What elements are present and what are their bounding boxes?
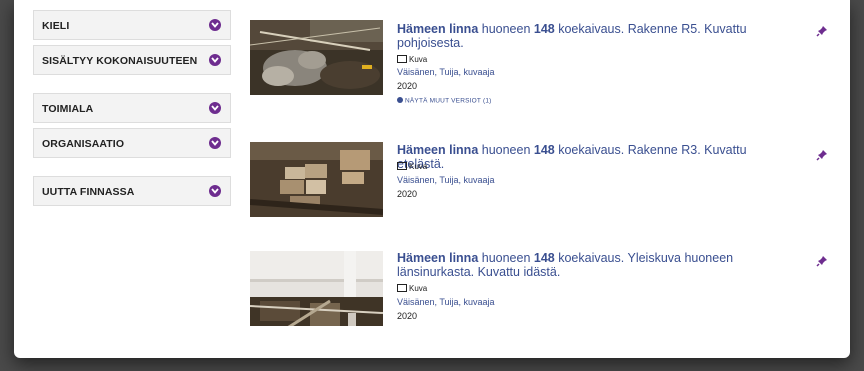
title-highlight: Hämeen linna (397, 143, 479, 157)
title-highlight: 148 (533, 22, 555, 36)
image-icon (397, 55, 407, 63)
result-title-link[interactable]: Hämeen linna huoneen 148 koekaivaus. Yle… (397, 251, 797, 279)
year-text: 2020 (397, 189, 418, 199)
title-highlight: Hämeen linna (397, 251, 479, 265)
author-link[interactable]: Väisänen, Tuija, kuvaaja (397, 175, 495, 185)
chevron-down-icon (209, 19, 221, 31)
result-thumbnail[interactable] (250, 142, 383, 217)
title-text: huoneen (478, 251, 534, 265)
image-icon (397, 162, 407, 170)
year-text: 2020 (397, 81, 418, 91)
result-thumbnail[interactable] (250, 251, 383, 326)
arrow-circle-icon (397, 97, 403, 103)
facet-sisaltyy-kokonaisuuteen[interactable]: SISÄLTYY KOKONAISUUTEEN (33, 45, 231, 75)
chevron-down-icon (209, 137, 221, 149)
title-text: huoneen (478, 143, 534, 157)
facet-toimiala[interactable]: TOIMIALA (33, 93, 231, 123)
chevron-down-icon (209, 54, 221, 66)
format-label: Kuva (397, 55, 427, 64)
pin-icon[interactable] (816, 149, 828, 161)
title-highlight: 148 (533, 143, 555, 157)
title-highlight: Hämeen linna (397, 22, 479, 36)
facet-label: TOIMIALA (42, 103, 94, 115)
facet-label: SISÄLTYY KOKONAISUUTEEN (42, 55, 198, 67)
result-title-link[interactable]: Hämeen linna huoneen 148 koekaivaus. Rak… (397, 22, 797, 50)
format-label: Kuva (397, 162, 427, 171)
author-link[interactable]: Väisänen, Tuija, kuvaaja (397, 67, 495, 77)
versions-text: NÄYTÄ MUUT VERSIOT (1) (405, 97, 492, 105)
facet-label: ORGANISAATIO (42, 138, 125, 150)
title-highlight: 148 (533, 251, 555, 265)
format-text: Kuva (409, 284, 428, 293)
pin-icon[interactable] (816, 25, 828, 37)
result-thumbnail[interactable] (250, 20, 383, 95)
facet-label: KIELI (42, 20, 70, 32)
format-text: Kuva (409, 162, 428, 171)
title-text: huoneen (478, 22, 534, 36)
chevron-down-icon (209, 102, 221, 114)
year-text: 2020 (397, 311, 418, 321)
facet-organisaatio[interactable]: ORGANISAATIO (33, 128, 231, 158)
pin-icon[interactable] (816, 255, 828, 267)
facet-label: UUTTA FINNASSA (42, 186, 135, 198)
facet-kieli[interactable]: KIELI (33, 10, 231, 40)
browser-window: KIELI SISÄLTYY KOKONAISUUTEEN TOIMIALA O… (14, 0, 850, 358)
format-text: Kuva (409, 55, 428, 64)
image-icon (397, 284, 407, 292)
show-versions-link[interactable]: NÄYTÄ MUUT VERSIOT (1) (397, 97, 492, 105)
chevron-down-icon (209, 185, 221, 197)
result-title-link[interactable]: Hämeen linna huoneen 148 koekaivaus. Rak… (397, 143, 797, 171)
facet-uutta-finnassa[interactable]: UUTTA FINNASSA (33, 176, 231, 206)
author-link[interactable]: Väisänen, Tuija, kuvaaja (397, 297, 495, 307)
format-label: Kuva (397, 284, 427, 293)
